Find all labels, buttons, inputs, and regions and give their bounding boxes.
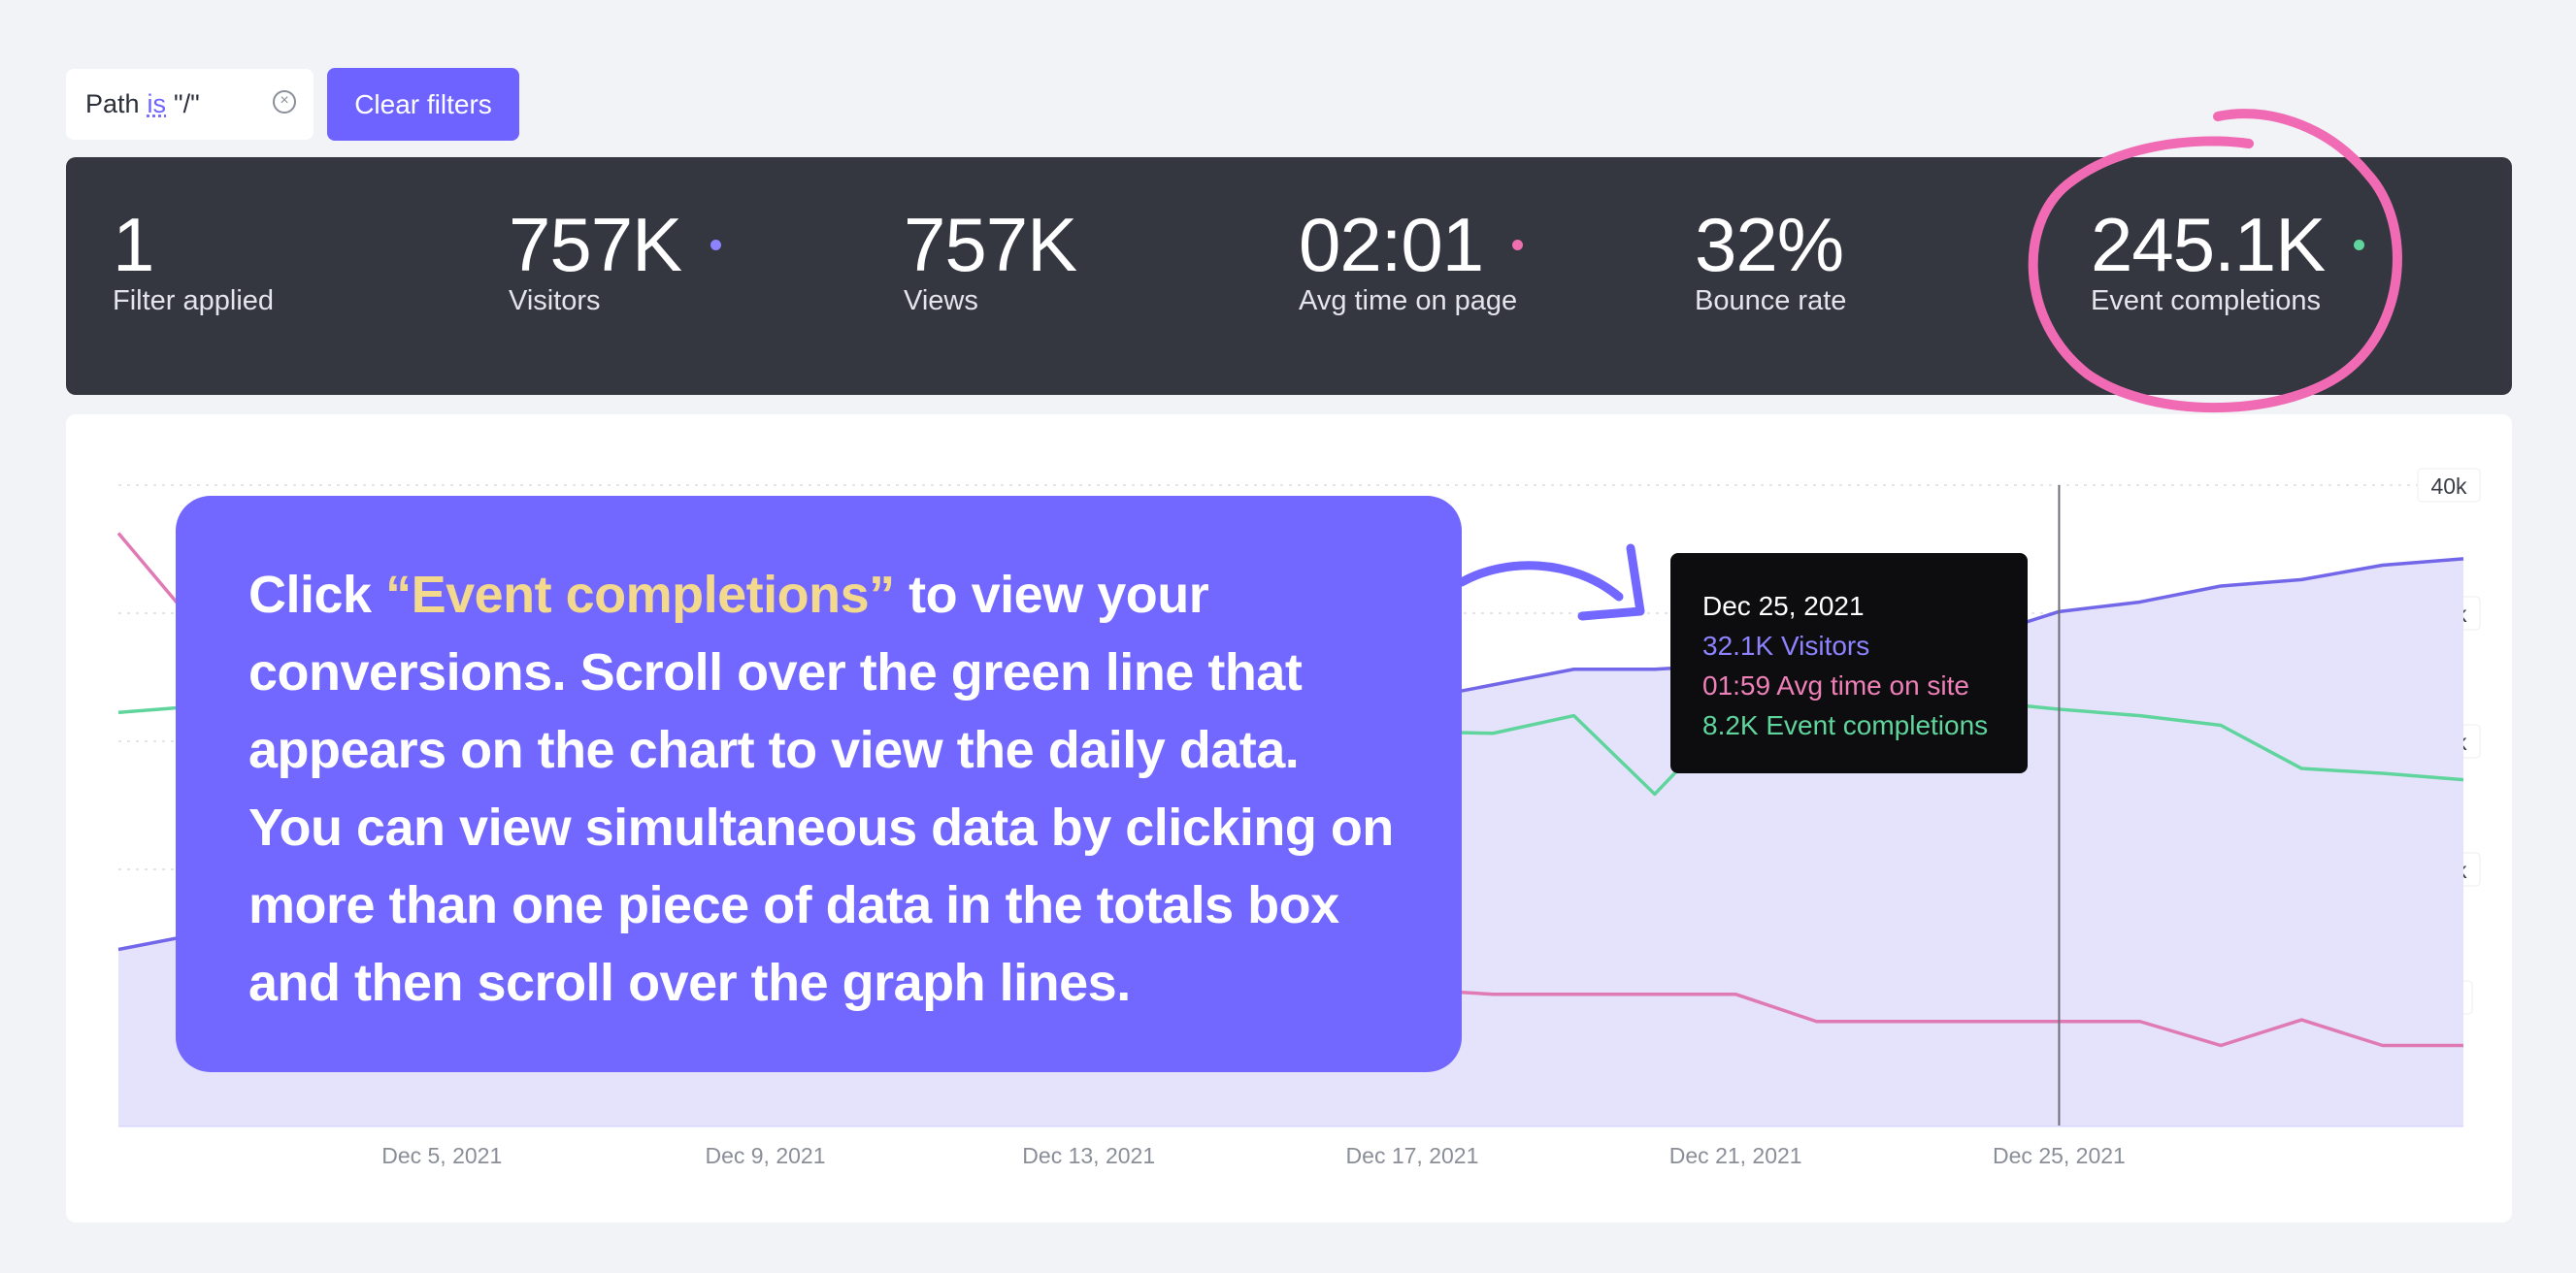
tooltip-date: Dec 25, 2021 [1702, 591, 1865, 621]
tooltip-visitors: 32.1K Visitors [1702, 631, 1870, 661]
stat-label: Bounce rate [1695, 285, 1847, 316]
stat-visitors[interactable]: 757K Visitors [509, 202, 722, 317]
x-tick-label: Dec 21, 2021 [1669, 1143, 1802, 1168]
clear-filters-button[interactable]: Clear filters [327, 68, 519, 141]
x-tick-label: Dec 25, 2021 [1993, 1143, 2126, 1168]
stat-value: 32% [1695, 202, 1844, 287]
filter-value: "/" [174, 89, 200, 118]
annotation-circle [2028, 109, 2402, 412]
instruction-callout: Click “Event completions” to view your c… [176, 496, 1462, 1072]
avg-time-series-dot-icon [1512, 239, 1524, 250]
stat-value: 757K [509, 202, 682, 287]
filter-field: Path [85, 89, 140, 118]
stat-value: 02:01 [1299, 202, 1484, 287]
stat-value: 757K [904, 202, 1077, 287]
filter-chip[interactable]: Path is "/" × [66, 69, 314, 140]
stat-avg-time[interactable]: 02:01 Avg time on page [1299, 202, 1524, 317]
callout-prefix: Click [248, 566, 386, 624]
stat-views[interactable]: 757K Views [904, 202, 1077, 317]
tooltip-avg-time: 01:59 Avg time on site [1702, 670, 1969, 701]
x-tick-label: Dec 17, 2021 [1346, 1143, 1479, 1168]
callout-suffix: to view your conversions. Scroll over th… [248, 566, 1394, 1012]
y-tick-label: 40k [2430, 473, 2467, 499]
filter-operator[interactable]: is [148, 89, 167, 119]
x-tick-label: Dec 5, 2021 [381, 1143, 502, 1168]
arrow-icon [1457, 543, 1645, 621]
stat-value: 1 [113, 202, 154, 287]
tooltip-events: 8.2K Event completions [1702, 710, 1989, 740]
stat-label: Avg time on page [1299, 285, 1518, 316]
stat-label: Visitors [509, 285, 601, 316]
stat-label: Filter applied [113, 285, 275, 316]
stat-label: Views [904, 285, 978, 316]
callout-highlight: “Event completions” [385, 566, 895, 624]
x-tick-label: Dec 9, 2021 [705, 1143, 825, 1168]
remove-filter-icon[interactable]: × [273, 90, 296, 114]
stat-bounce-rate[interactable]: 32% Bounce rate [1695, 204, 1846, 317]
x-tick-label: Dec 13, 2021 [1022, 1143, 1155, 1168]
stat-filters-applied: 1 Filter applied [113, 204, 274, 317]
chart-tooltip: Dec 25, 2021 32.1K Visitors 01:59 Avg ti… [1670, 553, 2028, 773]
visitors-series-dot-icon [710, 239, 722, 250]
